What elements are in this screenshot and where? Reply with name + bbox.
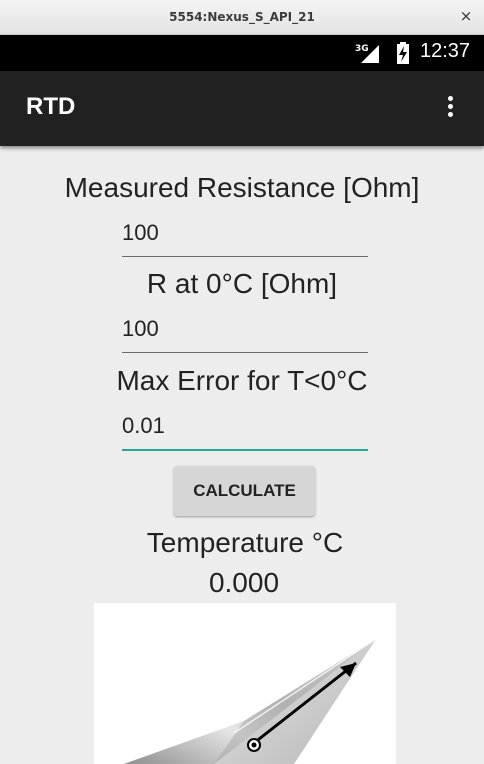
rtd-probe-image — [94, 603, 396, 764]
window-title: 5554:Nexus_S_API_21 — [169, 10, 315, 24]
app-bar: RTD — [0, 71, 484, 146]
temperature-value: 0.000 — [208, 567, 280, 598]
max-error-input[interactable] — [122, 411, 368, 441]
status-bar: 3G 12:37 — [0, 35, 484, 71]
measured-resistance-input[interactable] — [122, 218, 368, 248]
status-time: 12:37 — [420, 40, 471, 62]
app-title: RTD — [26, 93, 76, 120]
temperature-label: Temperature °C — [146, 527, 344, 558]
max-error-label: Max Error for T<0°C — [116, 365, 368, 396]
cell-signal-icon: 3G — [355, 44, 379, 63]
close-icon[interactable]: × — [458, 7, 474, 25]
measured-resistance-field[interactable] — [122, 218, 368, 257]
measured-resistance-label: Measured Resistance [Ohm] — [64, 172, 420, 203]
battery-charging-icon — [397, 42, 409, 64]
window-titlebar: 5554:Nexus_S_API_21 × — [0, 0, 484, 35]
r-at-zero-field[interactable] — [122, 314, 368, 353]
calculate-button[interactable]: CALCULATE — [174, 466, 315, 516]
network-type-label: 3G — [355, 44, 369, 54]
max-error-field[interactable] — [122, 411, 368, 451]
more-vertical-icon[interactable] — [438, 93, 462, 123]
r-at-zero-input[interactable] — [122, 314, 368, 344]
r-at-zero-label: R at 0°C [Ohm] — [146, 268, 338, 299]
rtd-probe-graphic — [124, 638, 377, 764]
